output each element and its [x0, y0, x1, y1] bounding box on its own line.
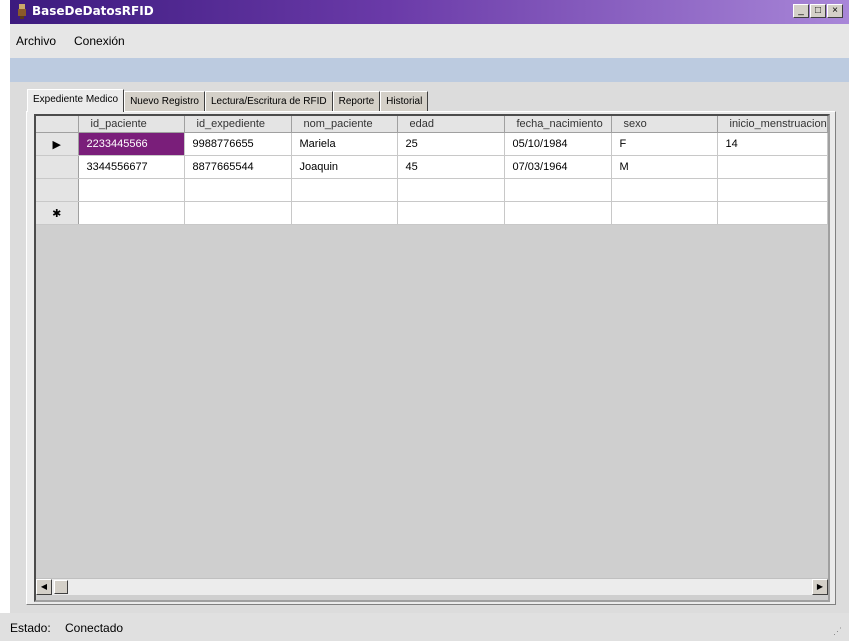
grid-cell[interactable]: 2233445566	[78, 132, 185, 156]
column-header[interactable]: inicio_menstruacion	[717, 116, 828, 133]
grid-cell[interactable]	[397, 178, 505, 202]
status-bar: Estado: Conectado ⋰	[0, 613, 849, 641]
grid-cell[interactable]	[611, 201, 718, 225]
column-header[interactable]: nom_paciente	[291, 116, 398, 133]
tab-expediente-medico[interactable]: Expediente Medico	[27, 89, 125, 112]
grid-cell[interactable]	[78, 201, 185, 225]
grid-cell[interactable]	[504, 201, 612, 225]
tab-historial[interactable]: Historial	[380, 91, 429, 112]
maximize-button[interactable]: □	[810, 4, 826, 18]
horizontal-scrollbar[interactable]: ◀ ▶	[36, 578, 828, 595]
table-row[interactable]: 3344556677 8877665544 Joaquin 45 07/03/1…	[36, 155, 828, 179]
data-grid[interactable]: id_paciente id_expediente nom_paciente e…	[34, 114, 830, 602]
grid-cell[interactable]: 25	[397, 132, 505, 156]
grid-cell[interactable]	[504, 178, 612, 202]
column-header[interactable]: edad	[397, 116, 505, 133]
grid-cell[interactable]: 14	[717, 132, 828, 156]
menu-bar: Archivo Conexión	[10, 24, 849, 58]
header-band	[10, 58, 849, 82]
grid-cell[interactable]	[717, 201, 828, 225]
scroll-thumb[interactable]	[54, 580, 68, 594]
grid-cell[interactable]	[291, 178, 398, 202]
row-header-corner	[36, 116, 79, 133]
new-row[interactable]: ✱	[36, 201, 828, 225]
tab-reporte[interactable]: Reporte	[332, 91, 381, 112]
app-icon	[18, 4, 26, 19]
close-button[interactable]: ×	[827, 4, 843, 18]
title-bar[interactable]: BaseDeDatosRFID _ □ ×	[10, 0, 849, 24]
grid-cell[interactable]: 3344556677	[78, 155, 185, 179]
row-selector[interactable]	[36, 178, 79, 202]
minimize-button[interactable]: _	[793, 4, 809, 18]
grid-cell[interactable]	[78, 178, 185, 202]
grid-cell[interactable]: 05/10/1984	[504, 132, 612, 156]
header-row: id_paciente id_expediente nom_paciente e…	[36, 116, 828, 133]
grid-cell[interactable]	[184, 178, 292, 202]
table-row[interactable]	[36, 178, 828, 202]
menu-archivo[interactable]: Archivo	[16, 34, 56, 48]
grid-table: id_paciente id_expediente nom_paciente e…	[36, 116, 828, 225]
grid-cell[interactable]	[291, 201, 398, 225]
tab-nuevo-registro[interactable]: Nuevo Registro	[124, 91, 205, 112]
row-selector[interactable]	[36, 155, 79, 179]
menu-conexion[interactable]: Conexión	[74, 34, 125, 48]
grid-cell[interactable]	[717, 178, 828, 202]
grid-cell[interactable]: 9988776655	[184, 132, 292, 156]
column-header[interactable]: id_expediente	[184, 116, 292, 133]
table-row[interactable]: ▶ 2233445566 9988776655 Mariela 25 05/10…	[36, 132, 828, 156]
column-header[interactable]: sexo	[611, 116, 718, 133]
status-label: Estado:	[10, 621, 51, 635]
new-row-indicator[interactable]: ✱	[36, 201, 79, 225]
grid-cell[interactable]	[184, 201, 292, 225]
tab-lectura-escritura-rfid[interactable]: Lectura/Escritura de RFID	[204, 91, 333, 112]
tab-strip: Expediente Medico Nuevo Registro Lectura…	[27, 89, 429, 112]
column-header[interactable]: fecha_nacimiento	[504, 116, 612, 133]
grid-cell[interactable]: 8877665544	[184, 155, 292, 179]
grid-cell[interactable]: M	[611, 155, 718, 179]
grid-cell[interactable]: Joaquin	[291, 155, 398, 179]
column-header[interactable]: id_paciente	[78, 116, 185, 133]
resize-grip-icon[interactable]: ⋰	[833, 626, 843, 636]
grid-cell[interactable]: 45	[397, 155, 505, 179]
scroll-left-icon[interactable]: ◀	[36, 579, 52, 595]
grid-cell[interactable]: 07/03/1964	[504, 155, 612, 179]
status-value: Conectado	[65, 621, 124, 635]
current-row-indicator[interactable]: ▶	[36, 132, 79, 156]
grid-cell[interactable]	[397, 201, 505, 225]
scroll-right-icon[interactable]: ▶	[812, 579, 828, 595]
grid-cell[interactable]: Mariela	[291, 132, 398, 156]
grid-cell[interactable]: F	[611, 132, 718, 156]
grid-cell[interactable]	[717, 155, 828, 179]
grid-cell[interactable]	[611, 178, 718, 202]
window-title: BaseDeDatosRFID	[32, 4, 154, 18]
